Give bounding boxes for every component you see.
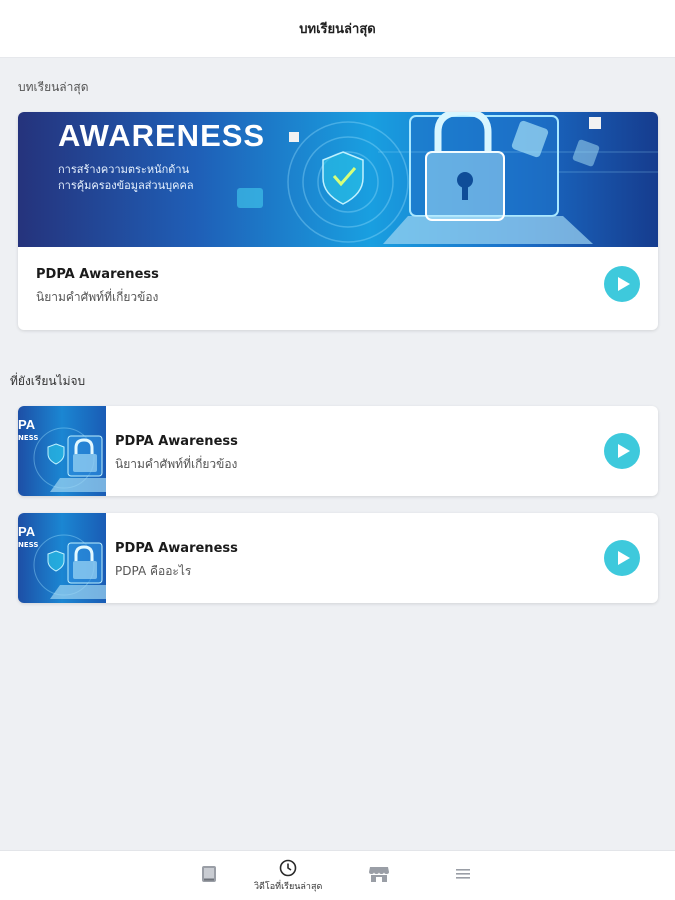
lesson-title: PDPA Awareness xyxy=(36,267,159,282)
lesson-title: PDPA Awareness xyxy=(115,541,238,556)
lesson-banner: AWARENESS การสร้างความตระหนักด้าน การคุ้… xyxy=(18,112,658,247)
thumbnail-text-small: NESS xyxy=(18,434,39,442)
tab-recent-videos-label: วิดีโอที่เรียนล่าสุด xyxy=(254,882,323,892)
lesson-thumbnail: PA NESS xyxy=(18,406,106,496)
thumbnail-text: PA xyxy=(18,524,36,539)
lesson-subtitle: PDPA คืออะไร xyxy=(115,564,192,578)
play-button[interactable] xyxy=(604,540,640,576)
recent-lesson-card[interactable]: AWARENESS การสร้างความตระหนักด้าน การคุ้… xyxy=(18,112,658,330)
thumbnail-text-small: NESS xyxy=(18,541,39,549)
banner-subtitle-line2: การคุ้มครองข้อมูลส่วนบุคคล xyxy=(58,179,194,192)
tab-recent-videos[interactable]: วิดีโอที่เรียนล่าสุด xyxy=(254,859,322,893)
thumbnail-text: PA xyxy=(18,417,36,432)
clock-icon xyxy=(279,859,297,877)
list-item[interactable]: PA NESS PDPA Awareness PDPA คืออะไร xyxy=(18,513,658,603)
lesson-thumbnail: PA NESS xyxy=(18,513,106,603)
tab-menu[interactable] xyxy=(456,868,470,880)
bottom-tab-bar: วิดีโอที่เรียนล่าสุด xyxy=(0,850,675,900)
lesson-info: PDPA Awareness นิยามคำศัพท์ที่เกี่ยวข้อง xyxy=(36,267,159,307)
unfinished-section-label: ที่ยังเรียนไม่จบ xyxy=(10,374,86,388)
lesson-subtitle: นิยามคำศัพท์ที่เกี่ยวข้อง xyxy=(115,457,238,471)
tab-courses[interactable] xyxy=(200,865,218,883)
lesson-info: PDPA Awareness นิยามคำศัพท์ที่เกี่ยวข้อง xyxy=(115,434,238,474)
play-icon xyxy=(617,551,630,565)
tab-store[interactable] xyxy=(368,865,390,883)
recent-section-label: บทเรียนล่าสุด xyxy=(18,80,89,94)
banner-subtitle-line1: การสร้างความตระหนักด้าน xyxy=(58,163,190,176)
play-icon xyxy=(617,277,630,291)
banner-subtitle: การสร้างความตระหนักด้าน การคุ้มครองข้อมู… xyxy=(58,162,298,194)
lesson-subtitle: นิยามคำศัพท์ที่เกี่ยวข้อง xyxy=(36,290,159,304)
play-button[interactable] xyxy=(604,433,640,469)
play-button[interactable] xyxy=(604,266,640,302)
lesson-title: PDPA Awareness xyxy=(115,434,238,449)
lesson-info: PDPA Awareness PDPA คืออะไร xyxy=(115,541,238,581)
menu-icon xyxy=(456,869,470,879)
banner-title: AWARENESS xyxy=(58,118,266,153)
top-header: บทเรียนล่าสุด xyxy=(0,0,675,58)
page-title: บทเรียนล่าสุด xyxy=(299,22,376,37)
store-icon xyxy=(369,867,389,882)
book-icon xyxy=(202,866,216,882)
list-item[interactable]: PA NESS PDPA Awareness นิยามคำศัพท์ที่เก… xyxy=(18,406,658,496)
play-icon xyxy=(617,444,630,458)
